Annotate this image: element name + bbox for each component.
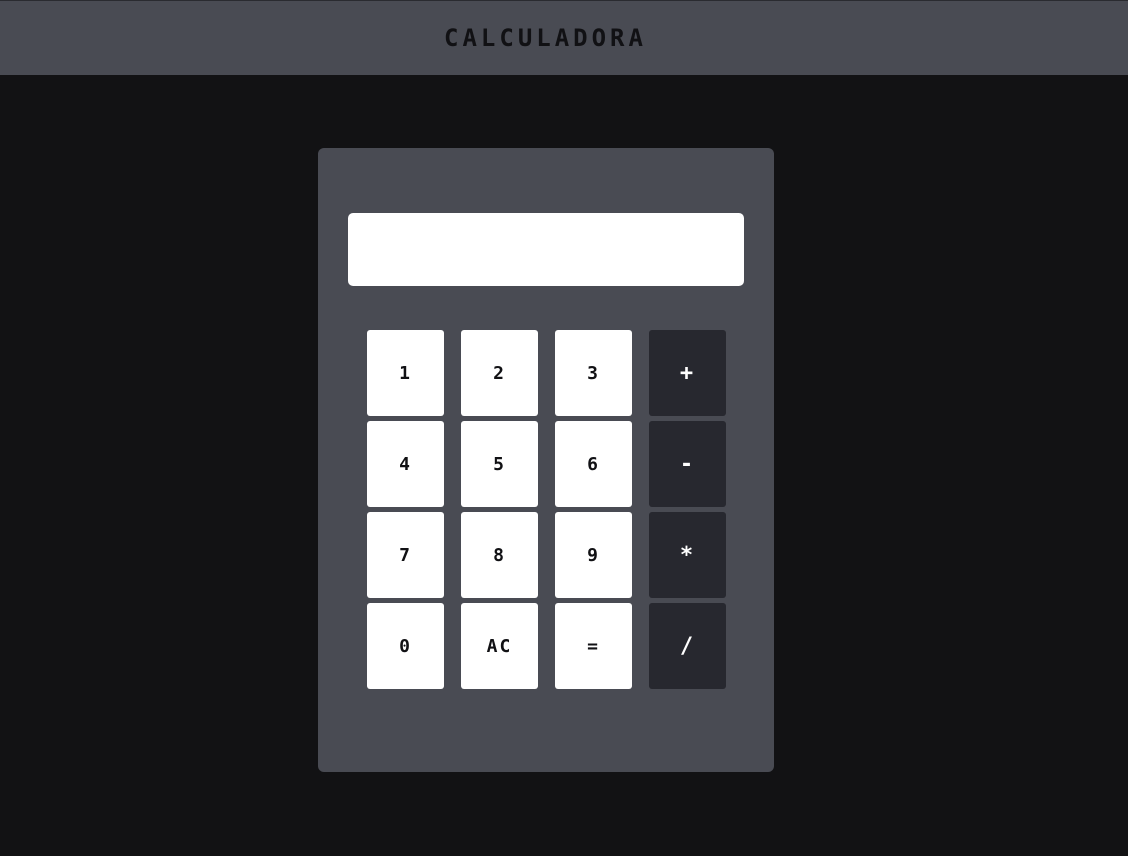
key-8-button[interactable]: 8 <box>461 512 538 598</box>
subtract-button[interactable]: - <box>649 421 726 507</box>
key-4-button[interactable]: 4 <box>367 421 444 507</box>
equals-button[interactable]: = <box>555 603 632 689</box>
page-title: CALCULADORA <box>444 24 647 52</box>
divide-button[interactable]: / <box>649 603 726 689</box>
key-9-button[interactable]: 9 <box>555 512 632 598</box>
key-7-button[interactable]: 7 <box>367 512 444 598</box>
calculator-display[interactable] <box>348 213 744 286</box>
key-6-button[interactable]: 6 <box>555 421 632 507</box>
all-clear-button[interactable]: AC <box>461 603 538 689</box>
app-header: CALCULADORA <box>0 0 1128 75</box>
key-5-button[interactable]: 5 <box>461 421 538 507</box>
key-1-button[interactable]: 1 <box>367 330 444 416</box>
add-button[interactable]: + <box>649 330 726 416</box>
calculator-body: 1 2 3 + 4 5 6 - 7 8 9 * 0 AC = / <box>318 148 774 772</box>
key-0-button[interactable]: 0 <box>367 603 444 689</box>
key-2-button[interactable]: 2 <box>461 330 538 416</box>
multiply-button[interactable]: * <box>649 512 726 598</box>
key-3-button[interactable]: 3 <box>555 330 632 416</box>
keypad: 1 2 3 + 4 5 6 - 7 8 9 * 0 AC = / <box>367 330 726 689</box>
